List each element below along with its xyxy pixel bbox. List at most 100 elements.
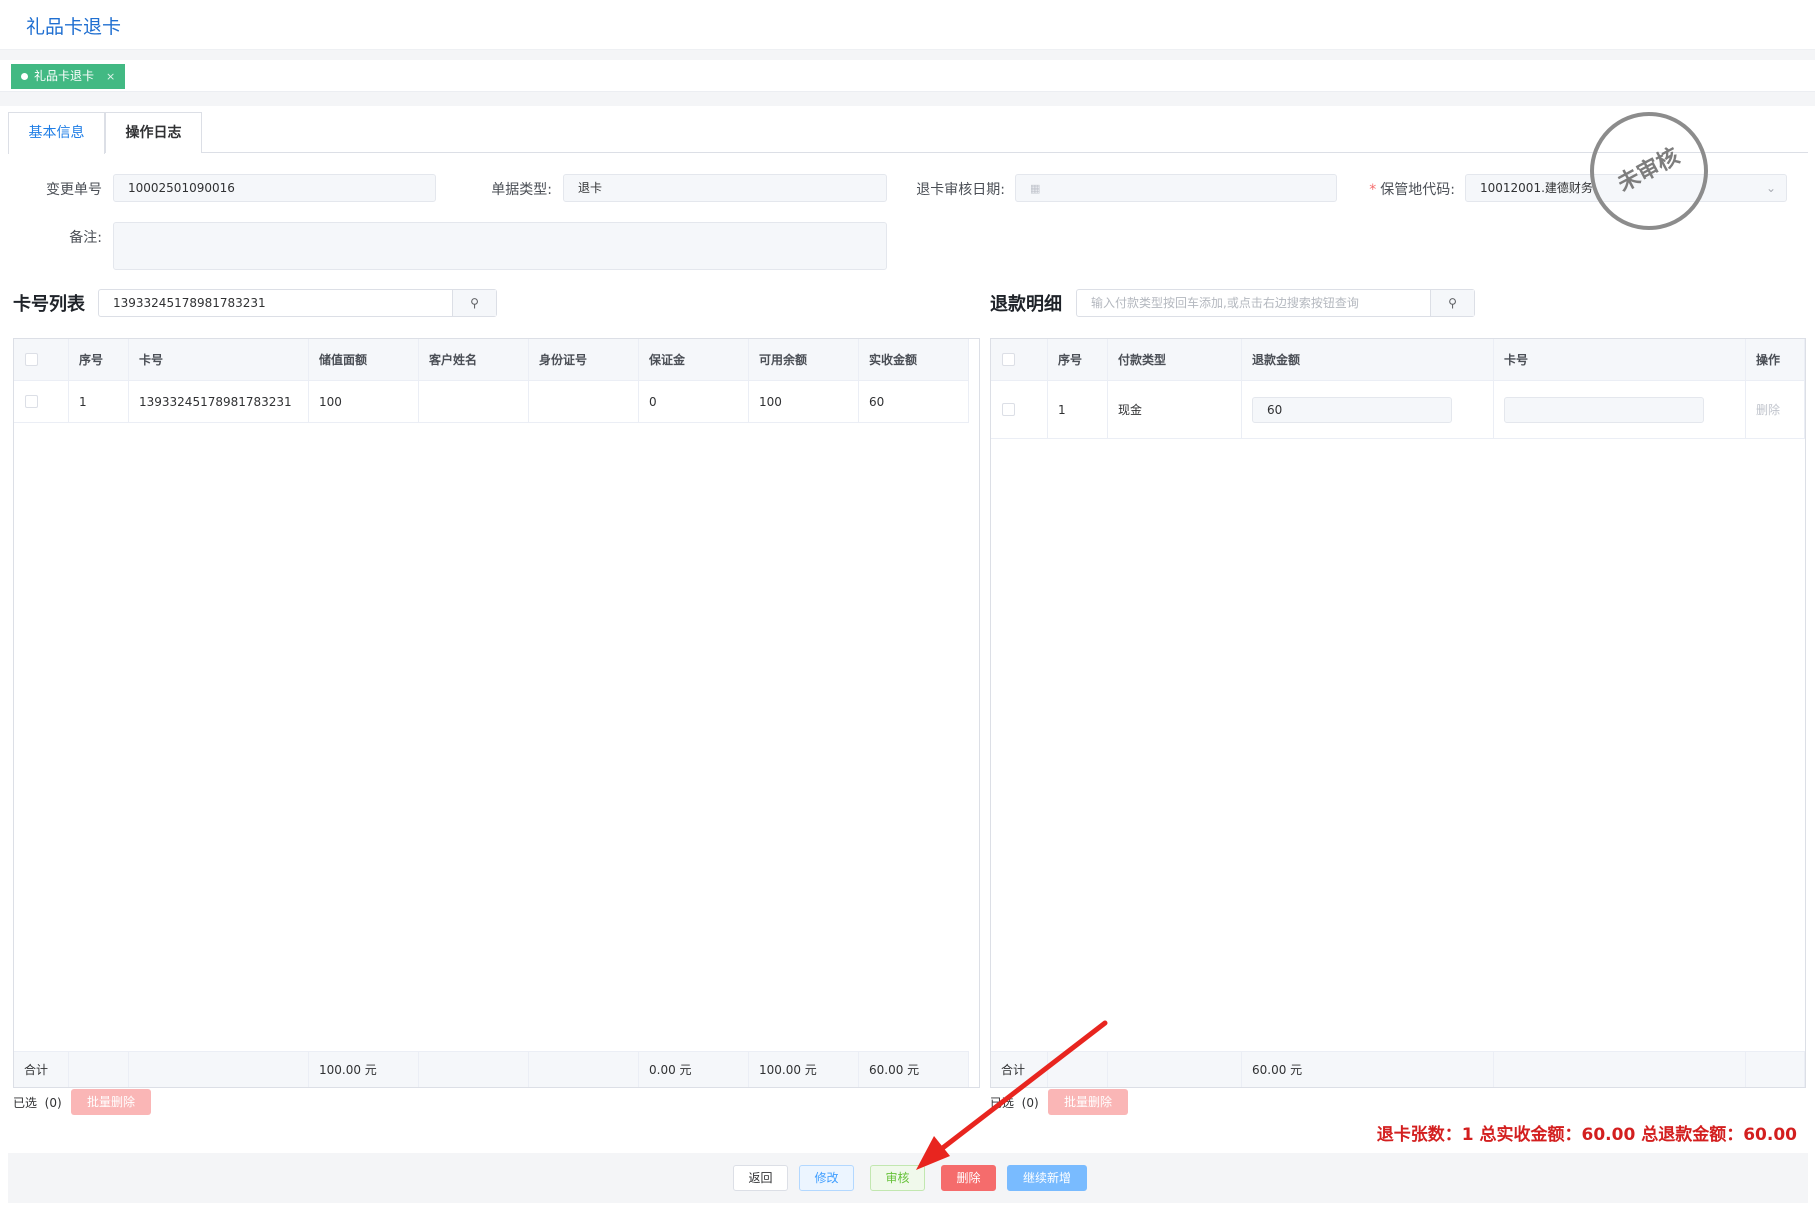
selected-count-left: 已选 (0)	[13, 1094, 62, 1111]
footer-empty	[129, 1052, 309, 1087]
footer-empty	[69, 1052, 129, 1087]
table-header: 序号 付款类型 退款金额 卡号 操作	[991, 339, 1805, 381]
footer-face: 100.00 元	[309, 1052, 419, 1087]
footer-label: 合计	[991, 1052, 1048, 1087]
card-list-title: 卡号列表	[13, 294, 85, 315]
col-amount: 退款金额	[1242, 339, 1494, 380]
table-header: 序号 卡号 储值面额 客户姓名 身份证号 保证金 可用余额 实收金额	[14, 339, 969, 381]
tag-label: 礼品卡退卡	[34, 69, 95, 83]
footer-empty	[529, 1052, 639, 1087]
selected-label: 已选	[13, 1096, 38, 1110]
col-id: 身份证号	[529, 339, 639, 380]
header-checkbox-cell	[991, 339, 1048, 380]
selected-count: (0)	[1021, 1096, 1039, 1110]
tab-basic-info[interactable]: 基本信息	[8, 112, 105, 154]
row-delete-link[interactable]: 删除	[1756, 401, 1780, 418]
summary-text: 退卡张数：1 总实收金额：60.00 总退款金额：60.00	[1376, 1125, 1797, 1145]
required-mark: *	[1369, 182, 1377, 198]
refund-search-input[interactable]: 输入付款类型按回车添加,或点击右边搜索按钮查询	[1091, 290, 1359, 316]
card-list-table: 序号 卡号 储值面额 客户姓名 身份证号 保证金 可用余额 实收金额 1 139…	[13, 338, 980, 1088]
selected-count-right: 已选 (0)	[990, 1094, 1039, 1111]
cell-amount: 60	[1242, 381, 1494, 438]
batch-delete-button-left[interactable]: 批量删除	[71, 1089, 151, 1115]
tags-bar: 礼品卡退卡 ×	[0, 60, 1815, 92]
refund-amount-input[interactable]: 60	[1252, 396, 1452, 423]
refund-detail-title: 退款明细	[990, 294, 1062, 315]
storage-code-value: 10012001.建德财务	[1480, 181, 1593, 195]
footer-empty	[419, 1052, 529, 1087]
col-deposit: 保证金	[639, 339, 749, 380]
change-no-field[interactable]: 10002501090016	[113, 174, 436, 202]
remark-textarea[interactable]	[113, 222, 887, 270]
col-op: 操作	[1746, 339, 1805, 380]
cell-card	[1494, 381, 1746, 438]
tabs: 基本信息 操作日志	[8, 112, 1808, 154]
delete-button[interactable]: 删除	[941, 1165, 996, 1191]
doc-type-label: 单据类型:	[491, 182, 552, 198]
audit-date-field[interactable]: ▦	[1015, 174, 1337, 202]
col-no: 序号	[1048, 339, 1108, 380]
title-bar: 礼品卡退卡	[0, 0, 1815, 50]
table-row[interactable]: 1 现金 60 删除	[991, 381, 1805, 439]
tab-operation-log[interactable]: 操作日志	[105, 112, 202, 153]
continue-new-button[interactable]: 继续新增	[1007, 1165, 1087, 1191]
cell-no: 1	[69, 381, 129, 422]
col-no: 序号	[69, 339, 129, 380]
cell-pay-type: 现金	[1108, 381, 1242, 438]
storage-code-label-text: 保管地代码:	[1380, 182, 1455, 198]
refund-card-input[interactable]	[1504, 396, 1704, 423]
footer-balance: 100.00 元	[749, 1052, 859, 1087]
refund-search: 输入付款类型按回车添加,或点击右边搜索按钮查询 ⚲	[1076, 289, 1475, 317]
footer-label: 合计	[14, 1052, 69, 1087]
footer-received: 60.00 元	[859, 1052, 969, 1087]
gap-band	[0, 50, 1815, 60]
card-search: 13933245178981783231 ⚲	[98, 289, 497, 317]
doc-type-field[interactable]: 退卡	[563, 174, 887, 202]
table-footer: 合计 100.00 元 0.00 元 100.00 元 60.00 元	[14, 1051, 969, 1087]
cell-op: 删除	[1746, 381, 1805, 438]
footer-deposit: 0.00 元	[639, 1052, 749, 1087]
row-checkbox[interactable]	[25, 395, 38, 408]
cell-id	[529, 381, 639, 422]
back-button[interactable]: 返回	[733, 1165, 788, 1191]
footer-empty	[1108, 1052, 1242, 1087]
remark-label: 备注:	[69, 230, 102, 246]
search-icon[interactable]: ⚲	[452, 290, 496, 316]
cell-no: 1	[1048, 381, 1108, 438]
change-no-label: 变更单号	[46, 182, 102, 198]
cell-face: 100	[309, 381, 419, 422]
cell-name	[419, 381, 529, 422]
cell-deposit: 0	[639, 381, 749, 422]
selected-label: 已选	[990, 1096, 1015, 1110]
page-band	[0, 92, 1815, 106]
tag-gift-card-return[interactable]: 礼品卡退卡 ×	[11, 64, 126, 89]
selected-count: (0)	[44, 1096, 62, 1110]
select-all-checkbox[interactable]	[1002, 353, 1015, 366]
page-title: 礼品卡退卡	[26, 16, 122, 38]
col-card: 卡号	[129, 339, 309, 380]
table-row[interactable]: 1 13933245178981783231 100 0 100 60	[14, 381, 969, 423]
row-checkbox[interactable]	[1002, 403, 1015, 416]
chevron-down-icon: ⌄	[1765, 181, 1776, 195]
cell-balance: 100	[749, 381, 859, 422]
select-all-checkbox[interactable]	[25, 353, 38, 366]
card-search-input[interactable]: 13933245178981783231	[113, 290, 266, 316]
col-name: 客户姓名	[419, 339, 529, 380]
close-icon[interactable]: ×	[106, 64, 115, 89]
col-face: 储值面额	[309, 339, 419, 380]
search-icon[interactable]: ⚲	[1430, 290, 1474, 316]
audit-button[interactable]: 审核	[870, 1165, 925, 1191]
batch-delete-button-right[interactable]: 批量删除	[1048, 1089, 1128, 1115]
audit-stamp: 未审核	[1590, 112, 1708, 230]
edit-button[interactable]: 修改	[799, 1165, 854, 1191]
refund-detail-table: 序号 付款类型 退款金额 卡号 操作 1 现金 60 删除 合计 60.00 元	[990, 338, 1806, 1088]
col-card: 卡号	[1494, 339, 1746, 380]
header-checkbox-cell	[14, 339, 69, 380]
footer-amount: 60.00 元	[1242, 1052, 1494, 1087]
table-footer: 合计 60.00 元	[991, 1051, 1805, 1087]
row-checkbox-cell	[991, 381, 1048, 438]
footer-empty	[1494, 1052, 1746, 1087]
audit-date-label: 退卡审核日期:	[916, 182, 1005, 198]
footer-empty	[1746, 1052, 1805, 1087]
tag-dot	[21, 73, 28, 80]
